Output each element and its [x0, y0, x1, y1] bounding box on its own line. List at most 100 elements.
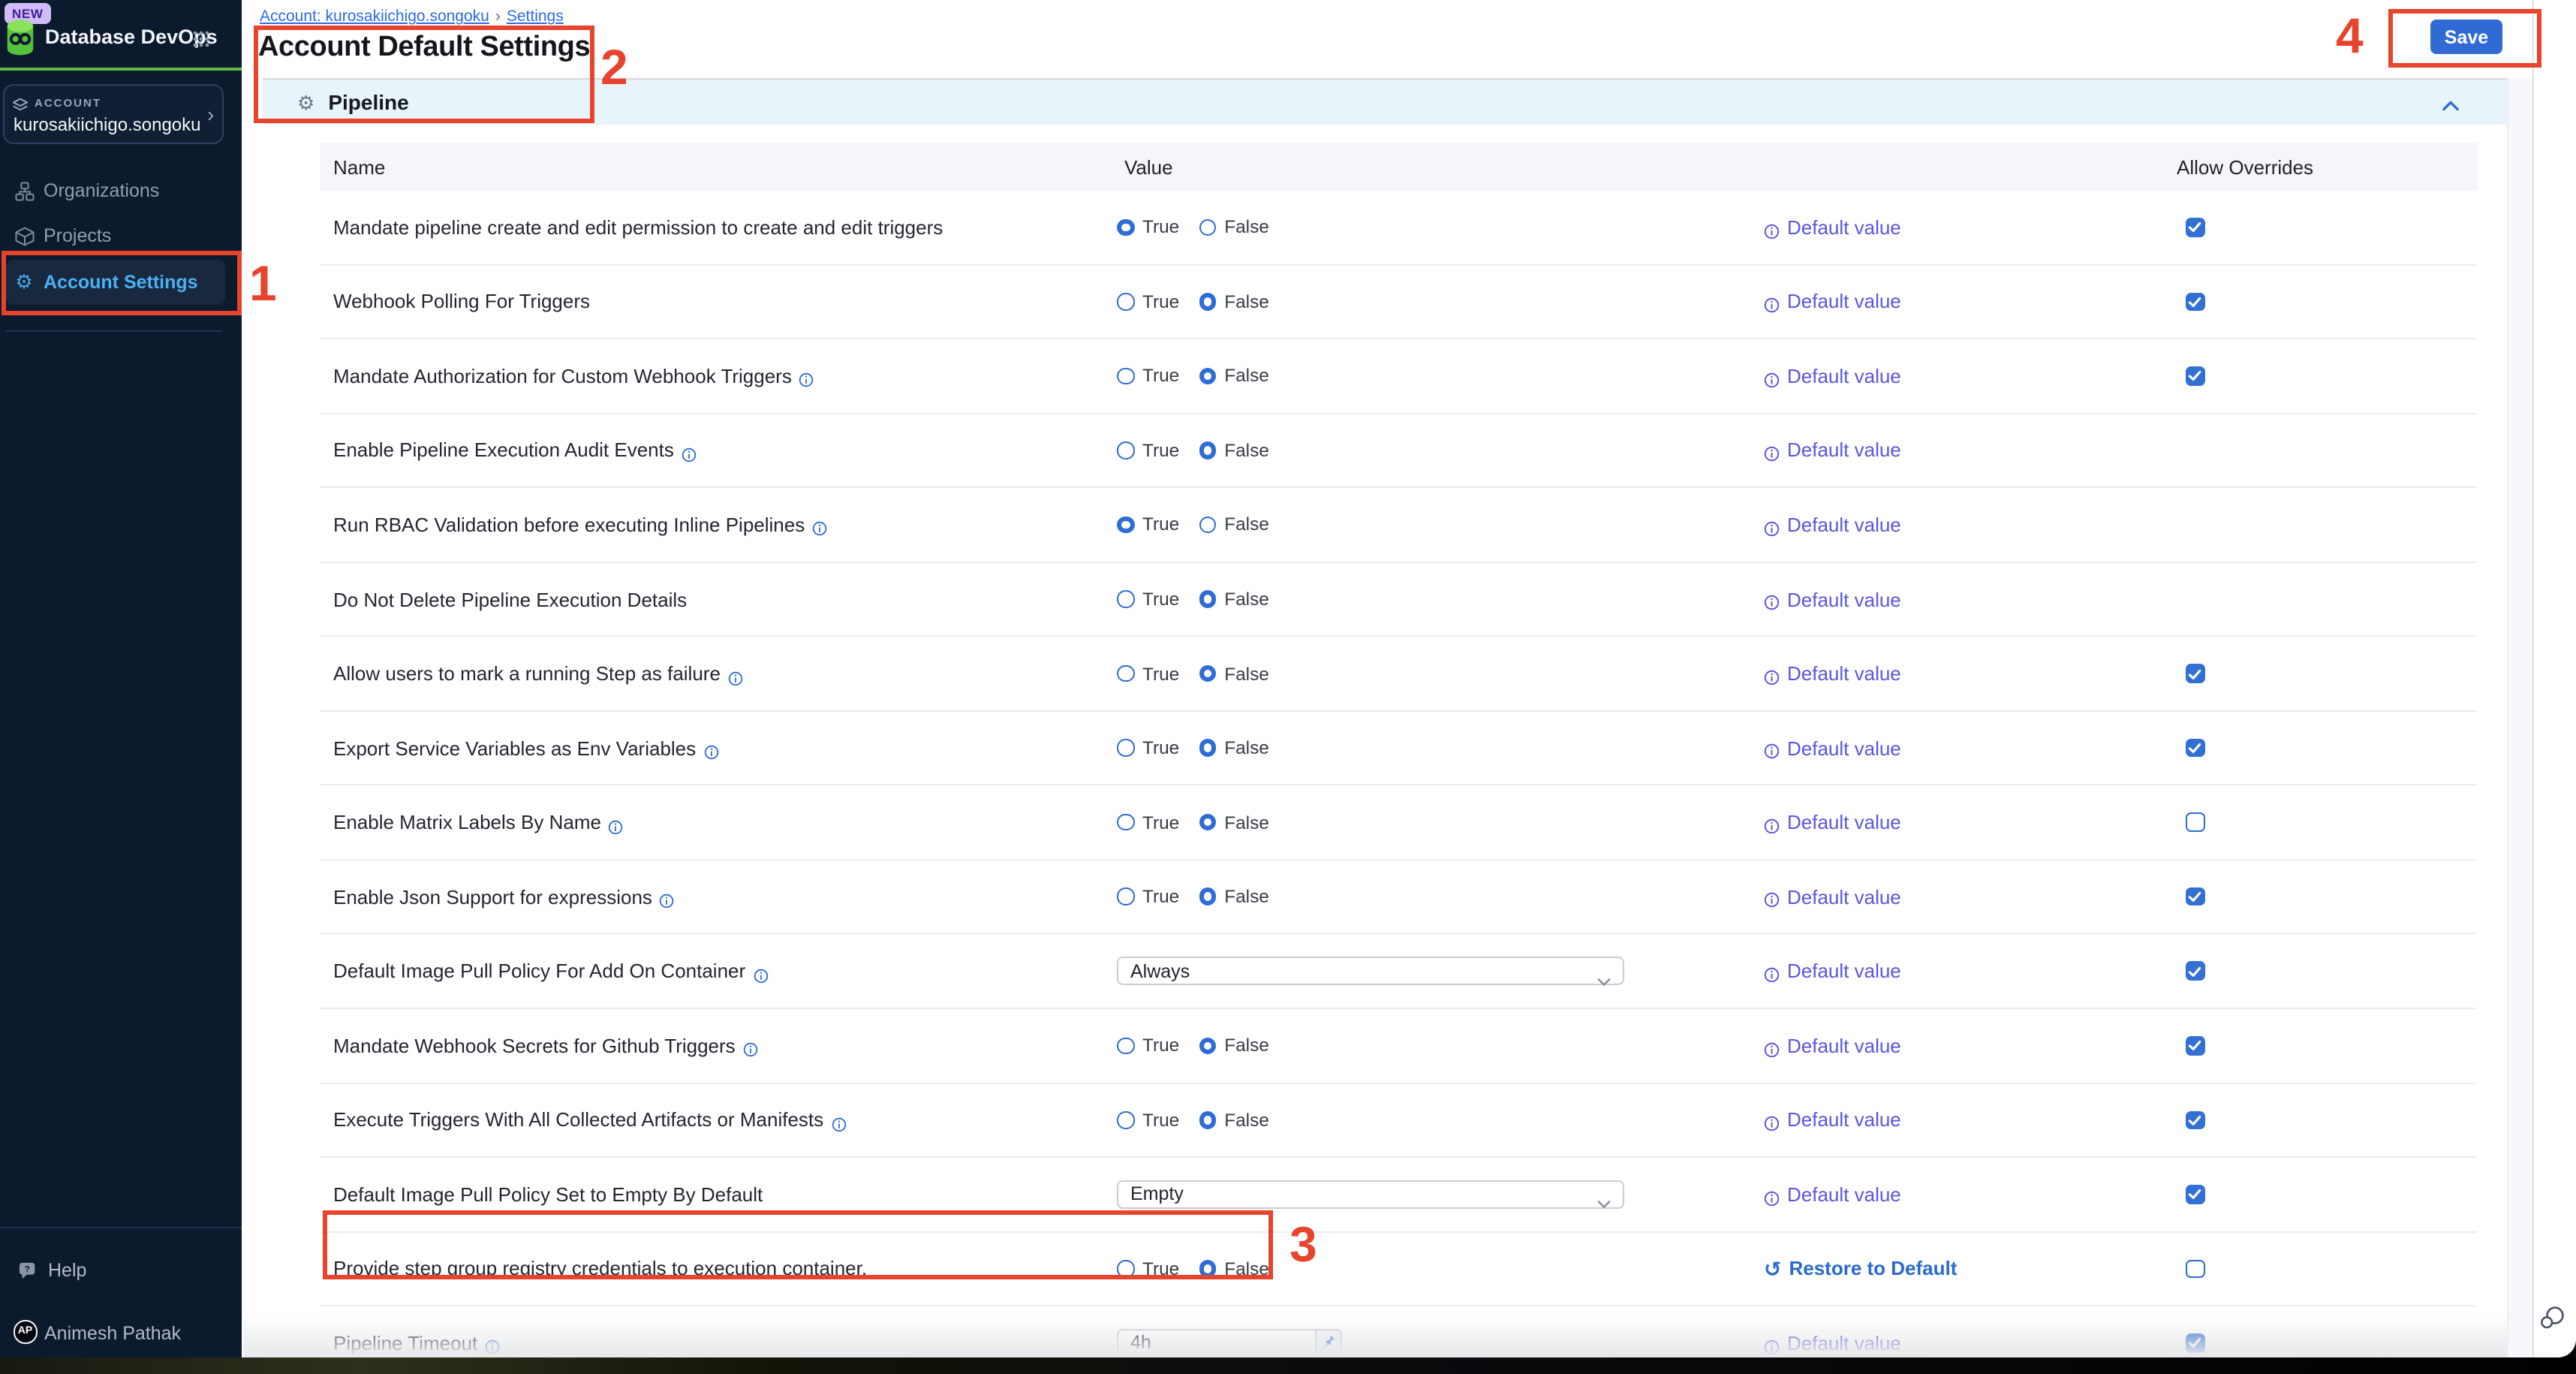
- radio-false[interactable]: False: [1199, 291, 1269, 312]
- radio-true[interactable]: True: [1117, 1110, 1179, 1131]
- radio-true[interactable]: True: [1117, 440, 1179, 461]
- radio-true[interactable]: True: [1117, 366, 1179, 387]
- radio-false[interactable]: False: [1199, 1258, 1269, 1279]
- chat-widget-icon[interactable]: [2538, 1305, 2565, 1332]
- radio-true[interactable]: True: [1117, 886, 1179, 907]
- sidebar-item-organizations[interactable]: Organizations: [0, 171, 242, 210]
- sidebar-item-account-settings[interactable]: ⚙ Account Settings: [0, 263, 242, 302]
- radio-false[interactable]: False: [1199, 440, 1269, 461]
- value-select[interactable]: Always: [1117, 957, 1624, 985]
- allow-overrides-checkbox[interactable]: [2186, 962, 2204, 981]
- pipeline-section-header[interactable]: ⚙ Pipeline: [263, 78, 2532, 125]
- info-icon[interactable]: [812, 517, 827, 532]
- default-value-link[interactable]: Default value: [1764, 960, 1901, 982]
- radio-icon[interactable]: [1199, 1260, 1216, 1277]
- radio-true[interactable]: True: [1117, 812, 1179, 833]
- timeout-input[interactable]: 4h: [1117, 1329, 1317, 1357]
- radio-true[interactable]: True: [1117, 663, 1179, 684]
- allow-overrides-checkbox[interactable]: [2186, 813, 2204, 832]
- pin-button[interactable]: [1317, 1329, 1342, 1357]
- radio-icon[interactable]: [1199, 1037, 1216, 1054]
- allow-overrides-checkbox[interactable]: [2186, 1333, 2204, 1352]
- radio-icon[interactable]: [1199, 441, 1216, 459]
- app-grid-icon[interactable]: [192, 29, 210, 47]
- help-button[interactable]: ? Help: [0, 1251, 242, 1290]
- info-icon[interactable]: [682, 443, 697, 458]
- radio-false[interactable]: False: [1199, 1110, 1269, 1131]
- radio-icon[interactable]: [1199, 367, 1216, 384]
- default-value-link[interactable]: Default value: [1764, 737, 1901, 759]
- radio-icon[interactable]: [1117, 441, 1134, 459]
- sidebar-item-projects[interactable]: Projects: [0, 216, 242, 255]
- info-icon[interactable]: [485, 1336, 500, 1351]
- default-value-link[interactable]: Default value: [1764, 588, 1901, 610]
- breadcrumb-settings-link[interactable]: Settings: [507, 8, 564, 26]
- radio-false[interactable]: False: [1199, 812, 1269, 833]
- allow-overrides-checkbox[interactable]: [2186, 887, 2204, 906]
- radio-icon[interactable]: [1117, 367, 1134, 384]
- default-value-link[interactable]: ↺ Restore to Default: [1764, 1258, 1957, 1280]
- allow-overrides-checkbox[interactable]: [2186, 1036, 2204, 1055]
- radio-icon[interactable]: [1199, 888, 1216, 905]
- radio-false[interactable]: False: [1199, 366, 1269, 387]
- radio-icon[interactable]: [1117, 814, 1134, 831]
- avatar[interactable]: AP: [14, 1320, 37, 1343]
- info-icon[interactable]: [728, 666, 743, 681]
- default-value-link[interactable]: Default value: [1764, 1035, 1901, 1057]
- chevron-up-icon[interactable]: [2442, 92, 2459, 102]
- radio-icon[interactable]: [1117, 740, 1134, 757]
- save-button[interactable]: Save: [2430, 20, 2502, 54]
- value-select[interactable]: Empty: [1117, 1180, 1624, 1208]
- info-icon[interactable]: [743, 1038, 758, 1053]
- radio-true[interactable]: True: [1117, 589, 1179, 610]
- radio-icon[interactable]: [1199, 665, 1216, 682]
- info-icon[interactable]: [799, 369, 814, 384]
- radio-icon[interactable]: [1117, 1260, 1134, 1277]
- radio-icon[interactable]: [1199, 591, 1216, 608]
- info-icon[interactable]: [831, 1113, 846, 1128]
- default-value-link[interactable]: Default value: [1764, 811, 1901, 833]
- allow-overrides-checkbox[interactable]: [2186, 664, 2204, 683]
- breadcrumb-account-link[interactable]: Account: kurosakiichigo.songoku: [260, 8, 489, 26]
- default-value-link[interactable]: Default value: [1764, 291, 1901, 313]
- allow-overrides-checkbox[interactable]: [2186, 1259, 2204, 1278]
- info-icon[interactable]: [703, 740, 718, 755]
- radio-icon[interactable]: [1117, 218, 1134, 236]
- radio-icon[interactable]: [1117, 591, 1134, 608]
- radio-true[interactable]: True: [1117, 217, 1179, 238]
- radio-icon[interactable]: [1199, 293, 1216, 310]
- radio-false[interactable]: False: [1199, 217, 1269, 238]
- radio-true[interactable]: True: [1117, 291, 1179, 312]
- default-value-link[interactable]: Default value: [1764, 885, 1901, 908]
- radio-false[interactable]: False: [1199, 886, 1269, 907]
- radio-true[interactable]: True: [1117, 737, 1179, 758]
- radio-icon[interactable]: [1199, 516, 1216, 533]
- allow-overrides-checkbox[interactable]: [2186, 1185, 2204, 1204]
- allow-overrides-checkbox[interactable]: [2186, 366, 2204, 385]
- radio-icon[interactable]: [1117, 516, 1134, 533]
- default-value-link[interactable]: Default value: [1764, 514, 1901, 536]
- user-name[interactable]: Animesh Pathak: [44, 1323, 181, 1344]
- radio-true[interactable]: True: [1117, 1258, 1179, 1279]
- radio-true[interactable]: True: [1117, 1035, 1179, 1056]
- radio-icon[interactable]: [1117, 665, 1134, 682]
- scrollbar-track[interactable]: [2507, 78, 2532, 1357]
- radio-icon[interactable]: [1199, 740, 1216, 757]
- allow-overrides-checkbox[interactable]: [2186, 739, 2204, 758]
- default-value-link[interactable]: Default value: [1764, 1109, 1901, 1131]
- radio-icon[interactable]: [1117, 293, 1134, 310]
- radio-false[interactable]: False: [1199, 589, 1269, 610]
- radio-icon[interactable]: [1199, 1111, 1216, 1128]
- allow-overrides-checkbox[interactable]: [2186, 1110, 2204, 1129]
- radio-true[interactable]: True: [1117, 514, 1179, 535]
- radio-icon[interactable]: [1199, 218, 1216, 236]
- radio-false[interactable]: False: [1199, 663, 1269, 684]
- default-value-link[interactable]: Default value: [1764, 216, 1901, 239]
- radio-false[interactable]: False: [1199, 737, 1269, 758]
- default-value-link[interactable]: Default value: [1764, 365, 1901, 387]
- default-value-link[interactable]: Default value: [1764, 662, 1901, 685]
- default-value-link[interactable]: Default value: [1764, 439, 1901, 462]
- radio-icon[interactable]: [1199, 814, 1216, 831]
- default-value-link[interactable]: Default value: [1764, 1332, 1901, 1354]
- radio-icon[interactable]: [1117, 1111, 1134, 1128]
